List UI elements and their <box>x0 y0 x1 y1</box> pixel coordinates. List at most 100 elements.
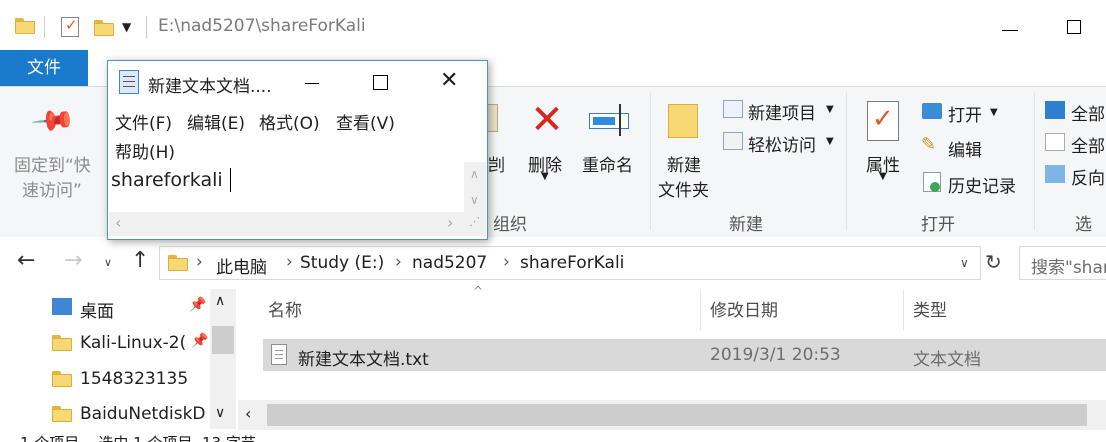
properties-qa-icon[interactable]: ✓ <box>61 16 79 37</box>
notepad-hscrollbar[interactable]: ‹ › <box>109 212 464 236</box>
easy-access-dropdown-icon[interactable]: ▼ <box>826 136 834 147</box>
notepad-menu-view[interactable]: 查看(V) <box>336 109 395 134</box>
pin-icon[interactable]: 📌 <box>191 333 208 349</box>
group-open-label: 打开 <box>921 215 955 235</box>
scroll-right-icon[interactable]: › <box>447 213 453 232</box>
easy-access-button[interactable]: 轻松访问 <box>748 131 816 156</box>
pin-label-line2[interactable]: 速访问” <box>22 176 82 201</box>
recent-dropdown-icon[interactable]: ∨ <box>104 256 112 269</box>
nav-item-1548323135[interactable]: 1548323135 <box>80 369 188 389</box>
new-folder-qa-icon[interactable] <box>94 20 114 36</box>
forward-arrow-icon[interactable]: → <box>64 248 82 273</box>
breadcrumb-sep: › <box>196 252 203 272</box>
text-file-icon <box>271 344 287 365</box>
column-divider[interactable] <box>700 290 701 330</box>
pin-icon[interactable]: 📌 <box>189 297 206 313</box>
new-item-dropdown-icon[interactable]: ▼ <box>826 104 834 115</box>
rename-button[interactable]: 重命名 <box>582 151 633 176</box>
group-divider <box>846 92 847 230</box>
new-item-button[interactable]: 新建项目 <box>748 99 816 124</box>
notepad-icon <box>119 70 139 94</box>
notepad-title: 新建文本文档.... <box>148 77 272 97</box>
search-input[interactable]: 搜索"shar <box>1019 246 1106 280</box>
properties-dropdown-icon[interactable]: ▼ <box>879 171 887 182</box>
address-bar[interactable]: › 此电脑 › Study (E:) › nad5207 › shareForK… <box>159 246 981 280</box>
nav-scroll-thumb[interactable] <box>212 326 234 354</box>
scroll-left-icon[interactable]: ‹ <box>115 213 121 232</box>
new-folder-label-1[interactable]: 新建 <box>667 151 701 176</box>
text-cursor-icon <box>619 104 621 136</box>
nav-item-baidunetdisk[interactable]: BaiduNetdiskD <box>80 404 210 424</box>
notepad-content: shareforkali <box>111 169 223 191</box>
up-arrow-icon[interactable]: ↑ <box>131 248 149 273</box>
maximize-button[interactable] <box>1067 20 1081 34</box>
notepad-maximize-button[interactable] <box>373 75 388 90</box>
invert-selection-button[interactable]: 反向 <box>1071 164 1105 189</box>
resize-grip-icon[interactable]: ⋰ <box>469 215 480 228</box>
folder-icon <box>52 371 72 387</box>
new-folder-label-2[interactable]: 文件夹 <box>658 176 709 201</box>
address-dropdown-icon[interactable]: ∨ <box>960 256 969 270</box>
nav-item-kali[interactable]: Kali-Linux-2( <box>80 333 188 353</box>
select-none-icon <box>1045 133 1065 151</box>
select-all-button[interactable]: 全部 <box>1071 100 1105 125</box>
invert-selection-icon <box>1045 165 1065 183</box>
nav-item-desktop[interactable]: 桌面 <box>80 297 114 322</box>
open-dropdown-icon[interactable]: ▼ <box>990 107 998 118</box>
group-divider <box>650 92 651 230</box>
column-divider[interactable] <box>903 290 904 330</box>
tab-file[interactable]: 文件 <box>0 50 88 86</box>
select-none-button[interactable]: 全部 <box>1071 132 1105 157</box>
open-button[interactable]: 打开 <box>948 101 982 126</box>
new-item-icon <box>723 100 743 118</box>
notepad-menu-help[interactable]: 帮助(H) <box>115 138 175 163</box>
delete-dropdown-icon[interactable]: ▼ <box>541 171 549 182</box>
minimize-button[interactable] <box>1002 30 1018 31</box>
breadcrumb-sep: › <box>286 252 293 272</box>
column-name[interactable]: 名称 <box>268 296 302 321</box>
qa-dropdown-icon[interactable]: ▼ <box>122 20 131 34</box>
edit-button[interactable]: 编辑 <box>948 136 982 161</box>
scroll-up-icon[interactable]: ∧ <box>215 293 225 309</box>
history-button[interactable]: 历史记录 <box>948 172 1016 197</box>
desktop-icon <box>52 298 72 315</box>
notepad-menu-file[interactable]: 文件(F) <box>115 109 172 134</box>
file-type: 文本文档 <box>913 350 981 370</box>
edit-icon: ✎ <box>921 134 937 155</box>
scroll-left-icon[interactable]: ‹ <box>245 404 251 423</box>
file-list-scroll-thumb[interactable] <box>267 404 1087 426</box>
notepad-vscrollbar[interactable]: ∧ ∨ <box>464 162 486 212</box>
notepad-menu-edit[interactable]: 编辑(E) <box>187 109 245 134</box>
easy-access-icon <box>723 132 743 150</box>
notepad-resize-grip[interactable]: ⋰ <box>464 212 486 236</box>
table-row[interactable]: 新建文本文档.txt 2019/3/1 20:53 文本文档 <box>263 339 1106 371</box>
delete-icon: ✕ <box>530 97 564 143</box>
group-organize-label: 组织 <box>493 215 527 235</box>
back-arrow-icon[interactable]: ← <box>17 248 35 273</box>
group-new-label: 新建 <box>729 215 763 235</box>
refresh-icon[interactable]: ↻ <box>985 250 1002 274</box>
scroll-up-icon[interactable]: ∧ <box>470 167 479 181</box>
breadcrumb-item[interactable]: 此电脑 <box>216 253 267 278</box>
scroll-down-icon[interactable]: ∨ <box>215 405 225 421</box>
breadcrumb-item[interactable]: nad5207 <box>412 253 487 273</box>
folder-icon <box>15 18 35 34</box>
column-type[interactable]: 类型 <box>913 296 947 321</box>
notepad-text-area[interactable]: shareforkali <box>109 162 464 212</box>
paste-label-partial[interactable]: 剀 <box>488 151 505 176</box>
select-all-icon <box>1045 101 1065 119</box>
breadcrumb-item[interactable]: Study (E:) <box>300 253 384 273</box>
divider <box>146 16 147 38</box>
breadcrumb-item[interactable]: shareForKali <box>520 253 624 273</box>
notepad-menu-format[interactable]: 格式(O) <box>259 109 320 134</box>
title-bar: ✓ ▼ E:\nad5207\shareForKali <box>0 0 1106 50</box>
column-modified[interactable]: 修改日期 <box>710 296 778 321</box>
scroll-down-icon[interactable]: ∨ <box>470 193 479 207</box>
notepad-close-button[interactable]: ✕ <box>440 68 458 93</box>
folder-icon <box>52 406 72 422</box>
group-divider <box>1034 92 1035 230</box>
rename-icon <box>589 113 629 129</box>
notepad-minimize-button[interactable] <box>305 83 319 84</box>
pin-label-line1[interactable]: 固定到“快 <box>14 151 91 176</box>
history-icon <box>923 172 941 192</box>
